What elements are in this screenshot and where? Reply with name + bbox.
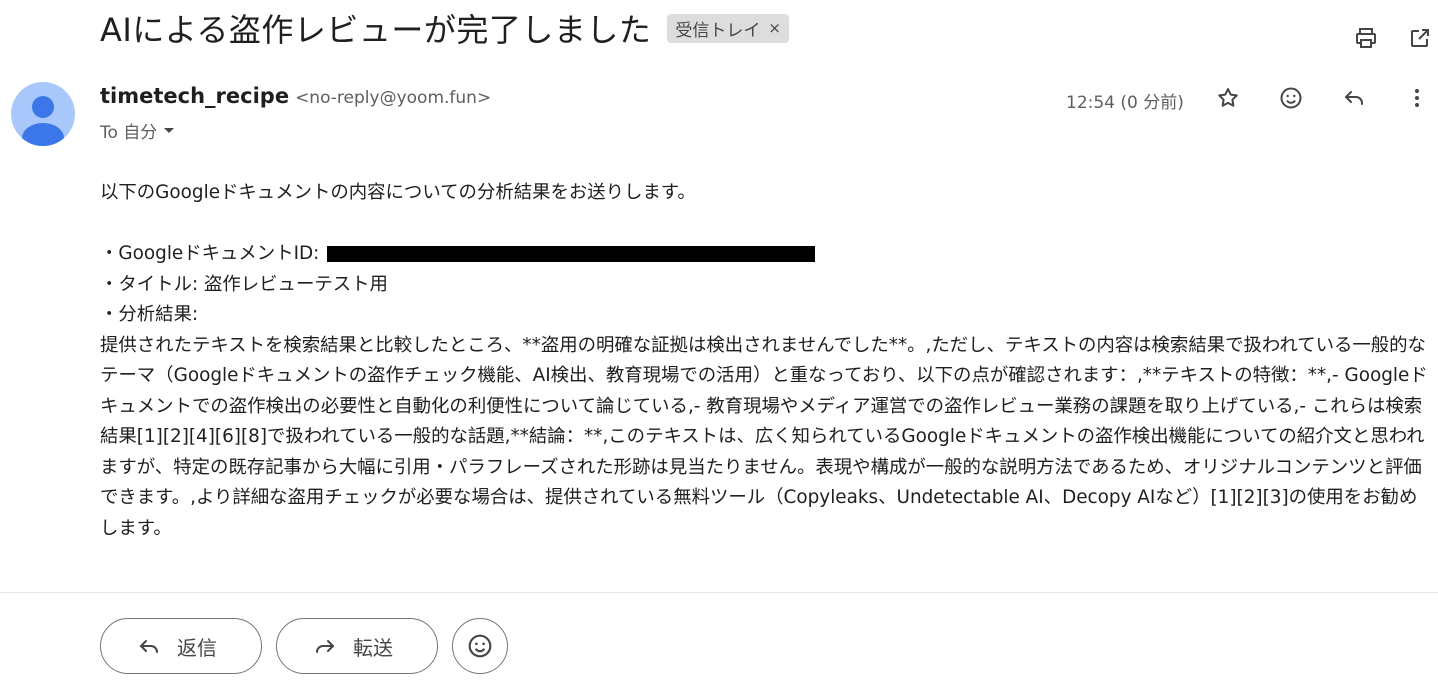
top-actions — [1348, 20, 1438, 56]
analysis-text: 提供されたテキストを検索結果と比較したところ、**盗用の明確な証拠は検出されませ… — [100, 334, 1428, 539]
star-icon — [1218, 88, 1238, 107]
title-line: ・タイトル: 盗作レビューテスト用 — [100, 273, 388, 295]
body-intro: 以下のGoogleドキュメントの内容についての分析結果をお送りします。 — [100, 182, 696, 203]
message-time: 12:54 (0 分前) — [1066, 93, 1184, 113]
caret-down-icon[interactable] — [163, 127, 175, 135]
recipient-text: To 自分 — [100, 123, 158, 143]
sender-avatar[interactable] — [11, 82, 75, 146]
bottom-actions: 返信 転送 — [100, 618, 508, 674]
label-chip-inbox[interactable]: 受信トレイ × — [667, 13, 789, 43]
forward-label: 転送 — [353, 635, 393, 660]
redacted-document-id — [327, 246, 816, 262]
print-icon — [1356, 28, 1376, 48]
sender-line: timetech_recipe <no-reply@yoom.fun> — [100, 84, 491, 108]
email-subject: AIによる盗作レビューが完了しました — [100, 11, 652, 49]
sender-name[interactable]: timetech_recipe — [100, 84, 289, 108]
doc-id-label: ・GoogleドキュメントID: — [100, 243, 320, 264]
email-body: 以下のGoogleドキュメントの内容についての分析結果をお送りします。 ・Goo… — [100, 178, 1428, 544]
more-options-button[interactable] — [1399, 80, 1435, 116]
star-button[interactable] — [1210, 80, 1246, 116]
person-icon — [22, 96, 64, 146]
doc-id-line: ・GoogleドキュメントID: — [100, 239, 1428, 270]
reply-icon — [140, 640, 158, 653]
forward-icon — [316, 640, 334, 653]
reply-icon — [1345, 91, 1363, 105]
more-vert-icon — [1415, 89, 1419, 107]
forward-pill-button[interactable]: 転送 — [276, 618, 438, 674]
recipient-line[interactable]: To 自分 — [100, 118, 175, 143]
remove-label-button[interactable]: × — [768, 19, 781, 37]
emoji-reaction-button[interactable] — [452, 618, 508, 674]
emoji-icon — [468, 634, 492, 658]
label-chip-text: 受信トレイ — [675, 20, 761, 41]
message-actions — [1210, 80, 1435, 116]
result-label: ・分析結果: — [100, 304, 199, 325]
reply-button[interactable] — [1336, 80, 1372, 116]
sender-email: <no-reply@yoom.fun> — [295, 88, 492, 108]
emoji-icon — [1280, 87, 1302, 109]
subject-row: AIによる盗作レビューが完了しました 受信トレイ × — [100, 6, 1438, 50]
add-reaction-button[interactable] — [1273, 80, 1309, 116]
open-in-new-window-icon — [1411, 29, 1429, 47]
reply-label: 返信 — [177, 635, 217, 660]
print-button[interactable] — [1348, 20, 1384, 56]
reply-pill-button[interactable]: 返信 — [100, 618, 262, 674]
divider — [0, 592, 1438, 593]
open-in-new-window-button[interactable] — [1402, 20, 1438, 56]
